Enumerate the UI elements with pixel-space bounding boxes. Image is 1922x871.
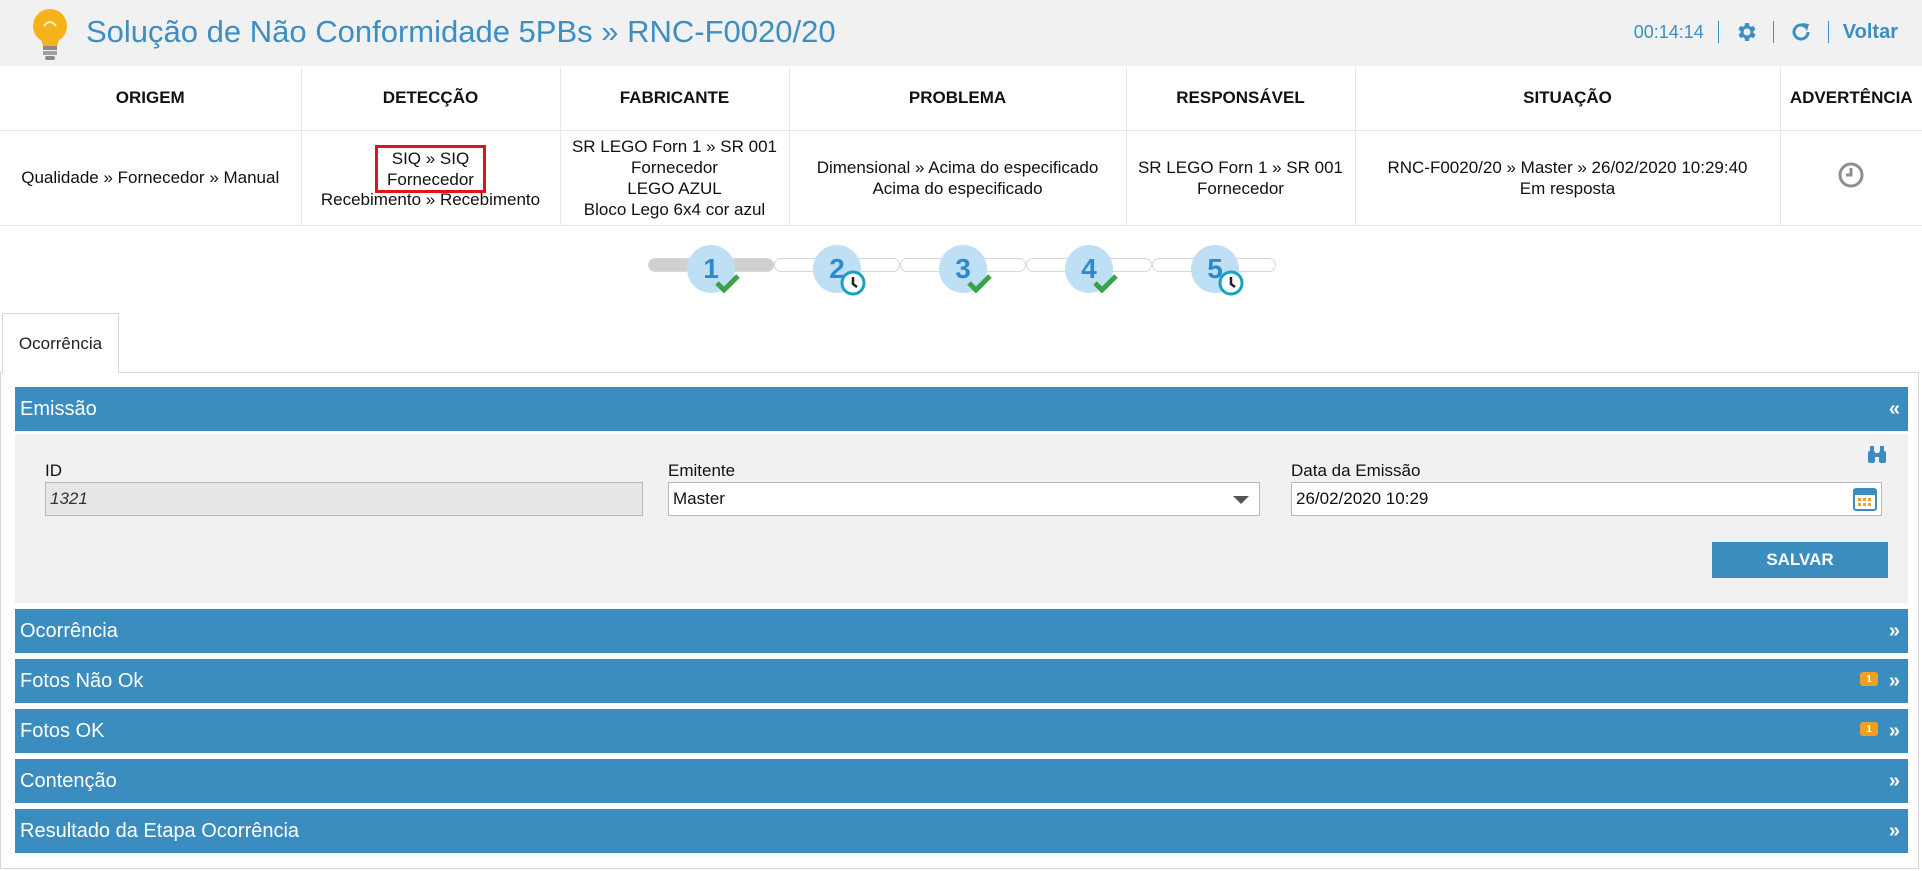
- column-header-advertencia: ADVERTÊNCIA: [1780, 67, 1922, 131]
- gear-icon[interactable]: [1733, 19, 1759, 45]
- data-emissao-value: 26/02/2020 10:29: [1296, 489, 1429, 508]
- header-actions: 00:14:14 Voltar: [1634, 18, 1898, 46]
- cell-origem: Qualidade » Fornecedor » Manual: [0, 130, 302, 226]
- responsavel-line: Fornecedor: [1197, 178, 1284, 198]
- refresh-icon[interactable]: [1788, 19, 1814, 45]
- deteccao-line: Fornecedor: [387, 170, 474, 189]
- clock-icon: [840, 270, 866, 296]
- cell-responsavel: SR LEGO Forn 1 » SR 001 Fornecedor: [1126, 130, 1356, 226]
- session-timer: 00:14:14: [1633, 21, 1704, 42]
- step-5[interactable]: 5: [1191, 245, 1244, 296]
- table-row: Qualidade » Fornecedor » Manual SIQ » SI…: [0, 130, 1922, 226]
- clock-icon: [1838, 162, 1864, 188]
- panel-header-contencao[interactable]: Contenção »: [15, 759, 1908, 803]
- step-4[interactable]: 4: [1065, 245, 1118, 294]
- chevron-down-icon: [1233, 496, 1249, 504]
- expand-icon[interactable]: »: [1889, 820, 1900, 843]
- panel-header-emissao[interactable]: Emissão «: [15, 387, 1908, 431]
- lightbulb-logo-icon: [33, 9, 67, 60]
- fabricante-line: Fornecedor: [631, 157, 718, 177]
- count-badge: 1: [1860, 672, 1878, 686]
- binoculars-icon[interactable]: [1866, 445, 1888, 465]
- panel-title: Fotos Não Ok: [20, 669, 144, 692]
- panel-title: Emissão: [20, 397, 97, 420]
- tab-ocorrencia[interactable]: Ocorrência: [2, 313, 119, 373]
- fabricante-line: LEGO AZUL: [627, 178, 722, 198]
- emitente-value: Master: [673, 489, 725, 508]
- panel-title: Ocorrência: [20, 619, 118, 642]
- rnc-summary-table: ORIGEM DETECÇÃO FABRICANTE PROBLEMA RESP…: [0, 67, 1922, 226]
- column-header-responsavel: RESPONSÁVEL: [1126, 67, 1356, 131]
- separator: [1827, 21, 1829, 43]
- expand-icon[interactable]: »: [1889, 670, 1900, 693]
- expand-icon[interactable]: »: [1889, 720, 1900, 743]
- step-2[interactable]: 2: [813, 245, 866, 296]
- panel-header-resultado[interactable]: Resultado da Etapa Ocorrência »: [15, 809, 1908, 853]
- column-header-fabricante: FABRICANTE: [560, 67, 790, 131]
- data-emissao-field[interactable]: 26/02/2020 10:29: [1291, 482, 1882, 516]
- column-header-problema: PROBLEMA: [789, 67, 1127, 131]
- panel-title: Fotos OK: [20, 719, 105, 742]
- column-header-deteccao: DETECÇÃO: [301, 67, 561, 131]
- separator: [1717, 21, 1719, 43]
- problema-line: Acima do especificado: [872, 178, 1043, 198]
- cell-fabricante: SR LEGO Forn 1 » SR 001 Fornecedor LEGO …: [560, 130, 790, 226]
- panel-header-fotos-nao-ok[interactable]: Fotos Não Ok 1 »: [15, 659, 1908, 703]
- emitente-select[interactable]: Master: [668, 482, 1260, 516]
- highlight-box: SIQ » SIQ Fornecedor: [375, 145, 486, 193]
- id-label: ID: [45, 461, 62, 480]
- panel-title: Contenção: [20, 769, 117, 792]
- step-1[interactable]: 1: [687, 245, 740, 294]
- emitente-label: Emitente: [668, 461, 736, 480]
- app-header: Solução de Não Conformidade 5PBs » RNC-F…: [0, 0, 1922, 66]
- save-button[interactable]: SALVAR: [1712, 542, 1888, 578]
- table-header-row: ORIGEM DETECÇÃO FABRICANTE PROBLEMA RESP…: [0, 67, 1922, 131]
- cell-advertencia: [1780, 130, 1922, 226]
- situacao-line: RNC-F0020/20 » Master » 26/02/2020 10:29…: [1387, 157, 1748, 177]
- id-field: 1321: [45, 482, 643, 516]
- responsavel-line: SR LEGO Forn 1 » SR 001: [1137, 157, 1344, 177]
- problema-line: Dimensional » Acima do especificado: [816, 157, 1099, 177]
- step-3[interactable]: 3: [939, 245, 992, 294]
- panel-header-ocorrencia[interactable]: Ocorrência »: [15, 609, 1908, 653]
- expand-icon[interactable]: »: [1889, 770, 1900, 793]
- check-icon: [715, 274, 740, 294]
- column-header-origem: ORIGEM: [0, 67, 302, 131]
- collapse-icon[interactable]: «: [1889, 398, 1900, 421]
- check-icon: [1093, 274, 1118, 294]
- calendar-icon[interactable]: [1853, 487, 1877, 511]
- deteccao-line: SIQ » SIQ: [391, 149, 470, 168]
- count-badge: 1: [1860, 722, 1878, 736]
- expand-icon[interactable]: »: [1889, 620, 1900, 643]
- data-emissao-label: Data da Emissão: [1291, 461, 1421, 480]
- fabricante-line: SR LEGO Forn 1 » SR 001: [571, 136, 778, 156]
- cell-problema: Dimensional » Acima do especificado Acim…: [789, 130, 1127, 226]
- column-header-situacao: SITUAÇÃO: [1355, 67, 1781, 131]
- separator: [1772, 21, 1774, 43]
- cell-situacao: RNC-F0020/20 » Master » 26/02/2020 10:29…: [1355, 130, 1781, 226]
- back-link[interactable]: Voltar: [1843, 21, 1898, 44]
- cell-deteccao: SIQ » SIQ Fornecedor Recebimento » Receb…: [301, 130, 561, 226]
- panel-header-fotos-ok[interactable]: Fotos OK 1 »: [15, 709, 1908, 753]
- panel-body-emissao: [15, 434, 1908, 603]
- step-progress: 1 2 3 4 5: [648, 245, 1276, 303]
- panel-title: Resultado da Etapa Ocorrência: [20, 819, 300, 842]
- clock-icon: [1218, 270, 1244, 296]
- page-title: Solução de Não Conformidade 5PBs » RNC-F…: [86, 14, 836, 49]
- fabricante-line: Bloco Lego 6x4 cor azul: [583, 199, 766, 219]
- check-icon: [967, 274, 992, 294]
- situacao-line: Em resposta: [1519, 178, 1616, 198]
